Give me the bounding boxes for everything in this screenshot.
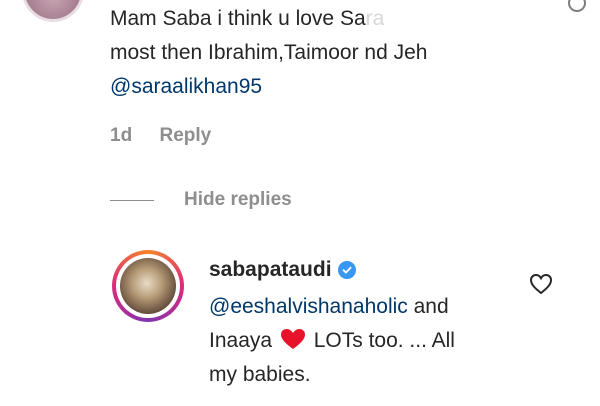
heart-like-icon[interactable] [529,273,553,295]
reply-mention-link[interactable]: @eeshalvishanaholic [209,295,408,318]
more-options-icon[interactable] [568,0,586,12]
reply-button[interactable]: Reply [159,125,211,146]
avatar-photo [120,258,176,314]
reply-line-1: @eeshalvishanaholic and [209,290,529,324]
comment-line-2: most then Ibrahim,Taimoor nd Jeh [110,41,428,64]
divider-line [110,199,154,201]
comment-timestamp[interactable]: 1d [110,125,132,146]
comment-body: Mam Saba i think u love Sara most then I… [110,2,530,104]
comment-line-1: Mam Saba i think u love Sara [110,2,530,36]
reply-line-3: my babies. [209,363,311,386]
reply-text-2a: Inaaya [209,329,278,352]
reply-header: sabapataudi [209,258,356,282]
commenter-avatar[interactable] [22,0,84,22]
comment-text-1-faded: ra [365,7,385,30]
reply-username[interactable]: sabapataudi [209,258,332,282]
comment-meta: 1d Reply [110,125,233,147]
reply-avatar[interactable] [112,250,184,322]
hide-replies-row[interactable]: Hide replies [110,186,292,214]
verified-badge-icon [337,261,356,279]
comment-text-1: Mam Saba i think u love Sa [110,7,366,30]
red-heart-icon [280,329,305,349]
reply-body: @eeshalvishanaholic and Inaaya LOTs too.… [209,290,529,392]
reply-text-1: and [407,295,449,318]
avatar-ring-gap [116,254,180,318]
reply-text-2b: LOTs too. ... All [307,329,455,352]
hide-replies-button[interactable]: Hide replies [184,189,292,211]
comment-mention-link[interactable]: @saraalikhan95 [110,70,530,104]
reply-line-2: Inaaya LOTs too. ... All [209,324,529,358]
